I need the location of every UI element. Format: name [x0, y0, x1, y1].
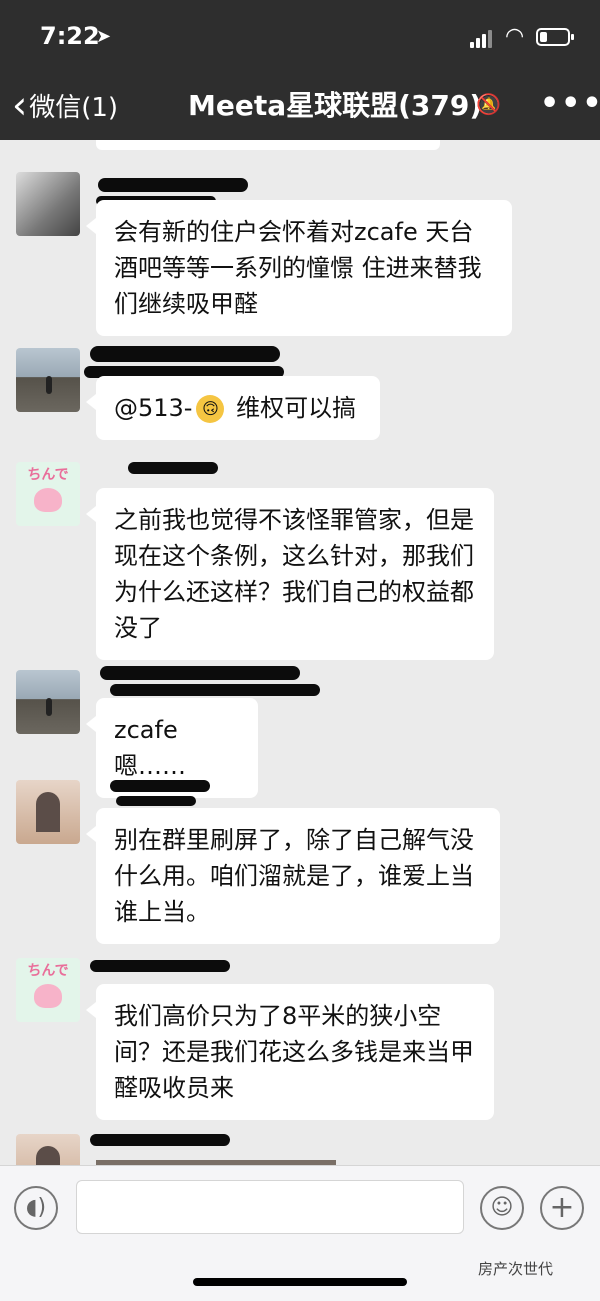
battery-icon: [536, 28, 574, 46]
chat-title: Meeta星球联盟(379): [188, 89, 483, 122]
status-time: 7:22: [40, 22, 100, 50]
redacted-sender-name: [116, 796, 196, 806]
message-bubble[interactable]: 会有新的住户会怀着对zcafe 天台酒吧等等一系列的憧憬 住进来替我们继续吸甲醛: [86, 200, 512, 336]
input-bar: ◖) ☺ + 房产次世代: [0, 1165, 600, 1301]
signal-icon: [470, 30, 496, 48]
plus-icon[interactable]: +: [540, 1186, 584, 1230]
avatar[interactable]: [16, 780, 80, 844]
top-bar: 7:22 ➤ ◠ ‹ 微信(1) Meeta星球联盟(379) 🔕 •••: [0, 0, 600, 140]
chat-area[interactable]: 会有新的住户会怀着对zcafe 天台酒吧等等一系列的憧憬 住进来替我们继续吸甲醛…: [0, 140, 600, 1165]
avatar[interactable]: [16, 1134, 80, 1165]
message-bubble[interactable]: 之前我也觉得不该怪罪管家，但是现在这个条例，这么针对，那我们为什么还这样？我们自…: [86, 488, 494, 660]
message-text: @513-: [114, 394, 193, 422]
redacted-sender-name: [110, 684, 320, 696]
watermark-label: 房产次世代: [478, 1260, 554, 1278]
redacted-sender-name: [110, 780, 210, 792]
avatar-text: ちんで: [27, 467, 69, 483]
more-icon[interactable]: •••: [540, 86, 600, 121]
message-bubble[interactable]: 别在群里刷屏了，除了自己解气没什么用。咱们溜就是了，谁爱上当谁上当。: [86, 808, 500, 944]
redacted-sender-name: [90, 960, 230, 972]
message-bubble[interactable]: @513- 🙃 维权可以搞: [86, 376, 380, 440]
message-input[interactable]: [76, 1180, 464, 1234]
home-indicator: [193, 1278, 407, 1286]
battery-level: [540, 32, 547, 42]
back-label: 微信(1): [29, 92, 119, 123]
message-text: 维权可以搞: [228, 394, 357, 422]
avatar[interactable]: [16, 348, 80, 412]
redacted-sender-name: [90, 1134, 230, 1146]
chevron-left-icon: ‹: [12, 83, 28, 127]
avatar[interactable]: ちんで: [16, 958, 80, 1022]
ear-muted-icon: 🔕: [476, 92, 501, 116]
voice-icon[interactable]: ◖): [14, 1186, 58, 1230]
upside-down-face-icon: 🙃: [196, 395, 225, 423]
redacted-sender-name: [90, 346, 280, 362]
smiley-icon[interactable]: ☺: [480, 1186, 524, 1230]
message-bubble[interactable]: 我们高价只为了8平米的狭小空间？还是我们花这么多钱是来当甲醛吸收员来: [86, 984, 494, 1120]
avatar-text: ちんで: [27, 963, 69, 979]
previous-message-bubble: [96, 140, 440, 150]
wifi-icon: ◠: [505, 24, 525, 49]
back-button[interactable]: ‹ 微信(1): [12, 86, 118, 124]
redacted-sender-name: [128, 462, 218, 474]
avatar[interactable]: [16, 172, 80, 236]
redacted-sender-name: [100, 666, 300, 680]
location-arrow-icon: ➤: [96, 26, 112, 47]
avatar[interactable]: ちんで: [16, 462, 80, 526]
avatar[interactable]: [16, 670, 80, 734]
redacted-sender-name: [98, 178, 248, 192]
